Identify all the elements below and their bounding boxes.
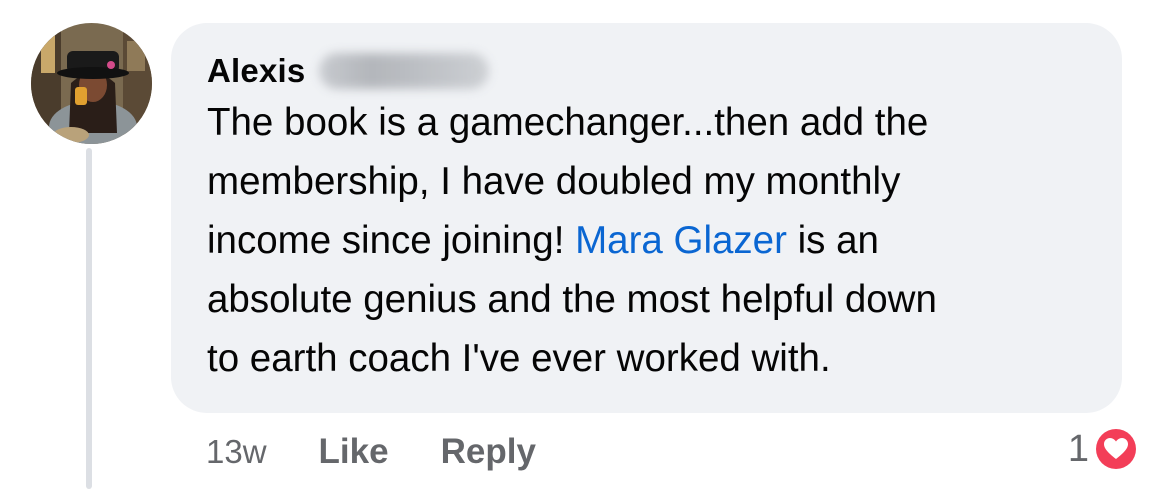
comment-bubble: Alexis The book is a gamechanger...then …	[171, 23, 1122, 413]
redacted-surname	[319, 53, 490, 89]
love-reaction-icon	[1093, 426, 1139, 472]
reply-button[interactable]: Reply	[441, 432, 536, 472]
like-button[interactable]: Like	[319, 432, 389, 472]
reaction-summary[interactable]: 1	[1068, 424, 1141, 474]
timestamp[interactable]: 13w	[206, 433, 267, 471]
avatar-image	[31, 23, 152, 144]
avatar[interactable]	[31, 23, 152, 144]
author-name[interactable]: Alexis	[207, 51, 305, 91]
thread-line	[86, 148, 92, 489]
reaction-count: 1	[1067, 427, 1089, 470]
comment-actions: 13w Like Reply	[206, 430, 588, 474]
comment-text: The book is a gamechanger...then add the…	[207, 93, 1102, 388]
mention-link[interactable]: Mara Glazer	[575, 219, 787, 262]
